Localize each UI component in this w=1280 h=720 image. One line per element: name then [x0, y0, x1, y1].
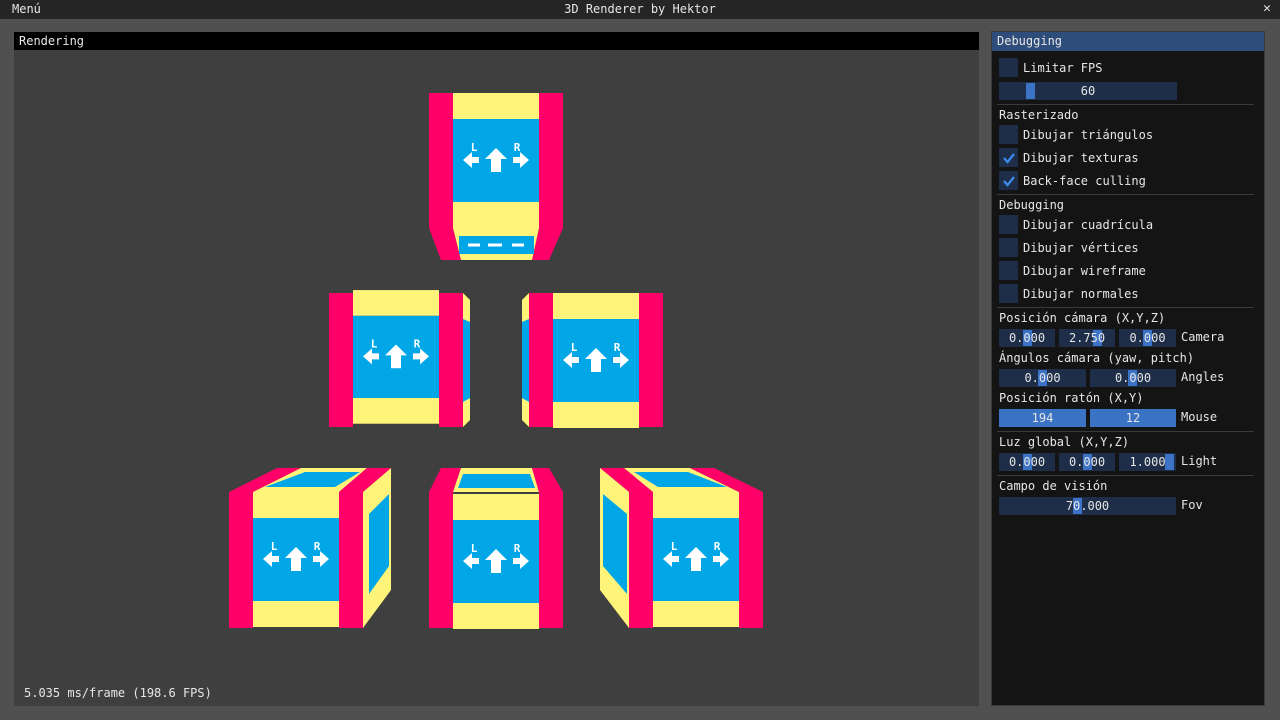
checkbox[interactable]: [999, 148, 1018, 167]
checkbox[interactable]: [999, 284, 1018, 303]
camera-x-field[interactable]: 0.000: [999, 329, 1055, 347]
checkbox-row: Back-face culling: [999, 171, 1146, 190]
checkbox-row: Dibujar triángulos: [999, 125, 1153, 144]
fps-limit-slider[interactable]: 60: [999, 82, 1177, 100]
scene-canvas: L R: [229, 93, 763, 706]
camera-pos-heading: Posición cámara (X,Y,Z): [999, 311, 1166, 325]
checkbox-row: Dibujar wireframe: [999, 261, 1146, 280]
fov-field[interactable]: 70.000: [999, 497, 1176, 515]
camera-z-field[interactable]: 0.000: [1119, 329, 1176, 347]
fps-counter: 5.035 ms/frame (198.6 FPS): [24, 686, 212, 700]
fps-limit-value: 60: [1080, 84, 1096, 98]
checkbox-row: Dibujar normales: [999, 284, 1139, 303]
checkbox[interactable]: [999, 171, 1018, 190]
checkbox-label: Dibujar vértices: [1023, 240, 1139, 255]
checkbox-row: Dibujar texturas: [999, 148, 1139, 167]
debug-heading: Debugging: [999, 198, 1065, 212]
mouse-x-field[interactable]: 194: [999, 409, 1086, 427]
window-title: 3D Renderer by Hektor: [564, 2, 716, 16]
fov-heading: Campo de visión: [999, 479, 1108, 493]
close-icon[interactable]: ✕: [1263, 1, 1271, 16]
camera-pitch-field[interactable]: 0.000: [1090, 369, 1176, 387]
checkbox-label: Dibujar normales: [1023, 286, 1139, 301]
checkbox[interactable]: [999, 261, 1018, 280]
divider: [997, 307, 1254, 308]
checkmark-icon: [1002, 152, 1015, 164]
checkbox-label: Back-face culling: [1023, 173, 1146, 188]
checkbox-label: Dibujar triángulos: [1023, 127, 1154, 142]
cube-bottom-center: [429, 468, 563, 629]
checkbox[interactable]: [999, 125, 1018, 144]
cube-middle-right: [522, 293, 663, 428]
camera-angles-heading: Ángulos cámara (yaw, pitch): [999, 351, 1195, 365]
menu-bar: Menú 3D Renderer by Hektor ✕: [0, 0, 1280, 19]
checkbox-row: Dibujar cuadrícula: [999, 215, 1153, 234]
cube-top: [429, 93, 563, 260]
divider: [997, 431, 1254, 432]
mouse-pos-heading: Posición ratón (X,Y): [999, 391, 1144, 405]
mouse-label: Mouse: [1181, 410, 1218, 424]
debugging-panel: Debugging Limitar FPS 60 Rasterizado Dib…: [991, 31, 1265, 706]
panel-title[interactable]: Debugging: [992, 32, 1264, 51]
divider: [997, 104, 1254, 105]
rendering-title[interactable]: Rendering: [14, 32, 979, 50]
angles-label: Angles: [1181, 370, 1225, 384]
limit-fps-row: Limitar FPS: [999, 58, 1102, 77]
divider: [997, 475, 1254, 476]
camera-label: Camera: [1181, 330, 1225, 344]
light-label: Light: [1181, 454, 1218, 468]
camera-y-field[interactable]: 2.750: [1059, 329, 1115, 347]
cube-bottom-left: [229, 468, 391, 628]
cube-bottom-right: [600, 468, 763, 628]
fov-label: Fov: [1181, 498, 1203, 512]
checkbox-label: Dibujar cuadrícula: [1023, 217, 1154, 232]
rendering-window: Rendering L R: [14, 32, 979, 706]
checkbox-row: Dibujar vértices: [999, 238, 1139, 257]
light-z-field[interactable]: 1.000: [1119, 453, 1176, 471]
light-heading: Luz global (X,Y,Z): [999, 435, 1130, 449]
camera-yaw-field[interactable]: 0.000: [999, 369, 1086, 387]
checkbox-label: Dibujar wireframe: [1023, 263, 1146, 278]
checkbox-label: Dibujar texturas: [1023, 150, 1139, 165]
render-viewport[interactable]: L R: [14, 50, 979, 706]
light-y-field[interactable]: 0.000: [1059, 453, 1115, 471]
checkbox[interactable]: [999, 215, 1018, 234]
raster-heading: Rasterizado: [999, 108, 1079, 122]
divider: [997, 194, 1254, 195]
limit-fps-label: Limitar FPS: [1023, 60, 1103, 75]
light-x-field[interactable]: 0.000: [999, 453, 1055, 471]
cube-middle-left: [329, 290, 470, 427]
mouse-y-field[interactable]: 12: [1090, 409, 1176, 427]
slider-grab[interactable]: [1026, 83, 1035, 99]
checkbox[interactable]: [999, 238, 1018, 257]
checkmark-icon: [1002, 175, 1015, 187]
limit-fps-checkbox[interactable]: [999, 58, 1018, 77]
